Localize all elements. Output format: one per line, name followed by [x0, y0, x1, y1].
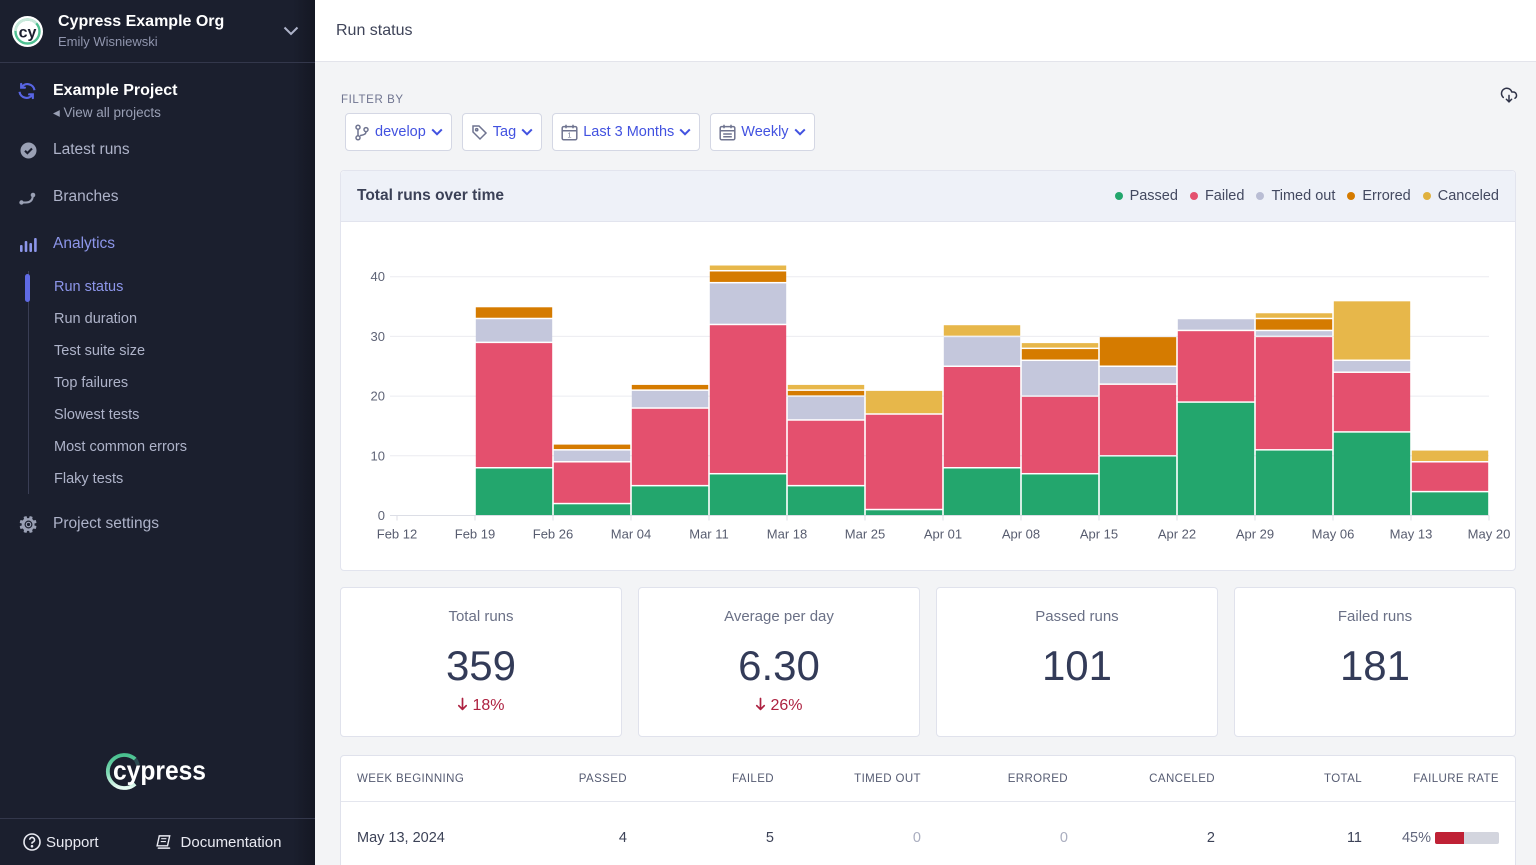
svg-text:Apr 08: Apr 08 — [1002, 526, 1040, 541]
svg-text:0: 0 — [378, 508, 385, 523]
svg-text:Mar 04: Mar 04 — [611, 526, 651, 541]
svg-text:May 13: May 13 — [1390, 526, 1433, 541]
svg-text:10: 10 — [371, 448, 385, 463]
svg-text:May 06: May 06 — [1312, 526, 1355, 541]
svg-text:cy: cy — [19, 24, 37, 41]
svg-text:Feb 19: Feb 19 — [455, 526, 495, 541]
svg-text:Feb 12: Feb 12 — [377, 526, 417, 541]
svg-text:30: 30 — [371, 328, 385, 343]
svg-text:1: 1 — [568, 130, 572, 139]
svg-text:cypress: cypress — [113, 756, 206, 786]
svg-text:Apr 01: Apr 01 — [924, 526, 962, 541]
svg-text:20: 20 — [371, 388, 385, 403]
svg-text:Mar 25: Mar 25 — [845, 526, 885, 541]
svg-text:Feb 26: Feb 26 — [533, 526, 573, 541]
svg-text:Apr 29: Apr 29 — [1236, 526, 1274, 541]
svg-text:May 20: May 20 — [1468, 526, 1511, 541]
svg-text:Mar 11: Mar 11 — [689, 526, 729, 541]
svg-text:Apr 22: Apr 22 — [1158, 526, 1196, 541]
svg-text:40: 40 — [371, 269, 385, 284]
svg-text:Apr 15: Apr 15 — [1080, 526, 1118, 541]
svg-text:Mar 18: Mar 18 — [767, 526, 807, 541]
